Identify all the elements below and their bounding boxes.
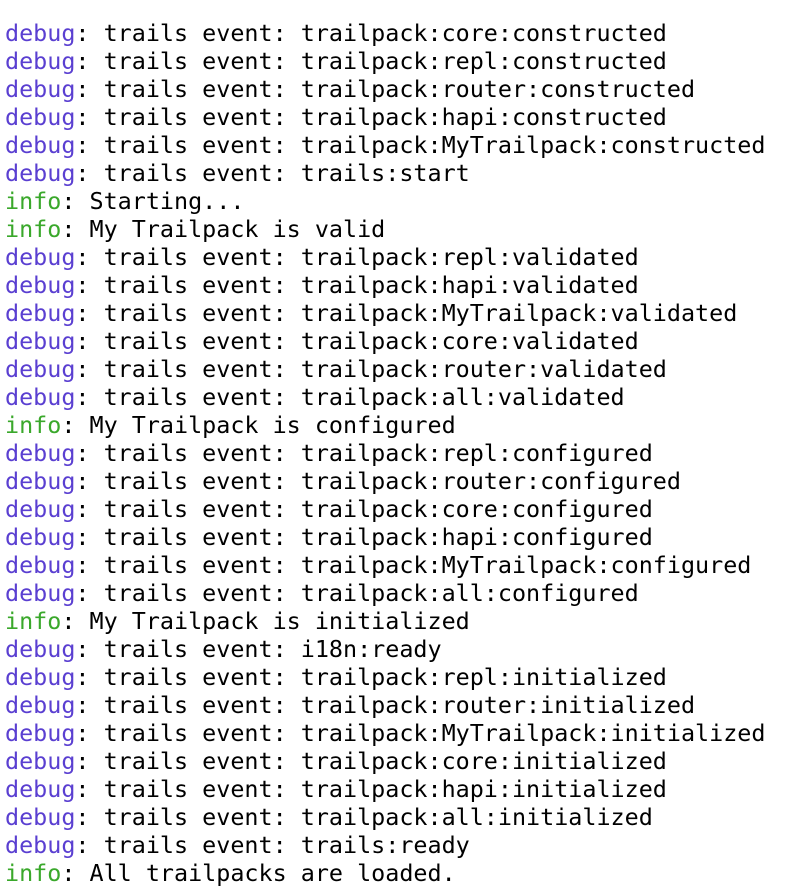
log-message: : trails event: trailpack:MyTrailpack:in…	[75, 719, 766, 747]
log-message: : All trailpacks are loaded.	[61, 859, 456, 887]
log-message: : trails event: trailpack:router:initial…	[75, 691, 696, 719]
log-level: debug	[5, 663, 76, 691]
log-message: : trails event: i18n:ready	[75, 635, 442, 663]
log-message: : trails event: trailpack:hapi:initializ…	[75, 775, 667, 803]
log-line: debug: trails event: trailpack:all:initi…	[5, 803, 804, 831]
log-message: : trails event: trailpack:core:construct…	[75, 19, 667, 47]
log-line: debug: trails event: trailpack:all:valid…	[5, 383, 804, 411]
log-line: debug: trails event: trailpack:repl:vali…	[5, 243, 804, 271]
log-line: debug: trails event: trailpack:hapi:cons…	[5, 103, 804, 131]
log-message: : trails event: trailpack:all:validated	[75, 383, 625, 411]
log-line: debug: trails event: trailpack:core:vali…	[5, 327, 804, 355]
log-line: debug: trails event: trailpack:repl:init…	[5, 663, 804, 691]
log-line: debug: trails event: trailpack:MyTrailpa…	[5, 551, 804, 579]
log-level: debug	[5, 271, 76, 299]
log-line: debug: trails event: trailpack:core:cons…	[5, 19, 804, 47]
log-message: : trails event: trailpack:MyTrailpack:va…	[75, 299, 738, 327]
log-message: : trails event: trailpack:all:initialize…	[75, 803, 653, 831]
log-line: debug: trails event: trailpack:router:va…	[5, 355, 804, 383]
log-line: info: My Trailpack is configured	[5, 411, 804, 439]
log-line: debug: trails event: trailpack:repl:conf…	[5, 439, 804, 467]
log-message: : My Trailpack is valid	[61, 215, 386, 243]
log-level: debug	[5, 719, 76, 747]
log-message: : trails event: trails:start	[75, 159, 470, 187]
log-line: debug: trails event: trailpack:MyTrailpa…	[5, 299, 804, 327]
log-message: : trails event: trailpack:repl:configure…	[75, 439, 653, 467]
log-message: : trails event: trailpack:hapi:configure…	[75, 523, 653, 551]
log-message: : trails event: trailpack:repl:initializ…	[75, 663, 667, 691]
log-line: debug: trails event: trailpack:router:in…	[5, 691, 804, 719]
log-level: debug	[5, 159, 76, 187]
log-message: : trails event: trailpack:router:configu…	[75, 467, 681, 495]
log-line: debug: trails event: trailpack:router:co…	[5, 75, 804, 103]
log-line: debug: trails event: trailpack:all:confi…	[5, 579, 804, 607]
log-level: debug	[5, 495, 76, 523]
log-line: debug: trails event: trailpack:router:co…	[5, 467, 804, 495]
log-level: debug	[5, 635, 76, 663]
log-line: debug: trails event: trailpack:hapi:init…	[5, 775, 804, 803]
log-message: : trails event: trailpack:MyTrailpack:co…	[75, 551, 752, 579]
log-level: info	[5, 411, 62, 439]
log-message: : trails event: trailpack:core:configure…	[75, 495, 653, 523]
log-level: debug	[5, 299, 76, 327]
log-level: debug	[5, 439, 76, 467]
log-level: debug	[5, 775, 76, 803]
log-level: debug	[5, 747, 76, 775]
log-level: debug	[5, 243, 76, 271]
log-level: info	[5, 859, 62, 887]
log-message: : trails event: trailpack:router:constru…	[75, 75, 696, 103]
log-level: debug	[5, 327, 76, 355]
log-level: debug	[5, 551, 76, 579]
log-line: debug: trails event: trailpack:hapi:conf…	[5, 523, 804, 551]
log-message: : trails event: trailpack:core:initializ…	[75, 747, 667, 775]
log-message: : trails event: trailpack:hapi:validated	[75, 271, 639, 299]
log-line: debug: trails event: trailpack:core:conf…	[5, 495, 804, 523]
log-message: : trails event: trailpack:hapi:construct…	[75, 103, 667, 131]
log-level: debug	[5, 523, 76, 551]
log-level: debug	[5, 383, 76, 411]
log-level: debug	[5, 47, 76, 75]
log-line: debug: trails event: trailpack:MyTrailpa…	[5, 719, 804, 747]
log-message: : trails event: trailpack:core:validated	[75, 327, 639, 355]
log-level: debug	[5, 467, 76, 495]
log-message: : trails event: trailpack:repl:validated	[75, 243, 639, 271]
log-message: : My Trailpack is configured	[61, 411, 456, 439]
log-line: info: My Trailpack is valid	[5, 215, 804, 243]
log-line: debug: trails event: trailpack:hapi:vali…	[5, 271, 804, 299]
log-level: debug	[5, 131, 76, 159]
log-line: debug: trails event: trails:ready	[5, 831, 804, 859]
log-message: : trails event: trails:ready	[75, 831, 470, 859]
log-line: info: Starting...	[5, 187, 804, 215]
log-message: : trails event: trailpack:MyTrailpack:co…	[75, 131, 766, 159]
log-message: : My Trailpack is initialized	[61, 607, 470, 635]
log-level: info	[5, 187, 62, 215]
log-message: : trails event: trailpack:repl:construct…	[75, 47, 667, 75]
log-message: : trails event: trailpack:all:configured	[75, 579, 639, 607]
log-line: info: My Trailpack is initialized	[5, 607, 804, 635]
log-level: debug	[5, 75, 76, 103]
log-level: debug	[5, 103, 76, 131]
log-message: : trails event: trailpack:router:validat…	[75, 355, 667, 383]
log-level: debug	[5, 831, 76, 859]
terminal-output: debug: trails event: trailpack:core:cons…	[0, 0, 804, 892]
log-message: : Starting...	[61, 187, 245, 215]
log-level: debug	[5, 19, 76, 47]
log-level: debug	[5, 803, 76, 831]
log-level: debug	[5, 579, 76, 607]
log-line: info: All trailpacks are loaded.	[5, 859, 804, 887]
log-level: info	[5, 607, 62, 635]
log-level: info	[5, 215, 62, 243]
log-line: debug: trails event: trailpack:repl:cons…	[5, 47, 804, 75]
log-line: debug: trails event: trails:start	[5, 159, 804, 187]
log-line: debug: trails event: trailpack:MyTrailpa…	[5, 131, 804, 159]
log-level: debug	[5, 691, 76, 719]
log-line: debug: trails event: i18n:ready	[5, 635, 804, 663]
log-level: debug	[5, 355, 76, 383]
log-line: debug: trails event: trailpack:core:init…	[5, 747, 804, 775]
